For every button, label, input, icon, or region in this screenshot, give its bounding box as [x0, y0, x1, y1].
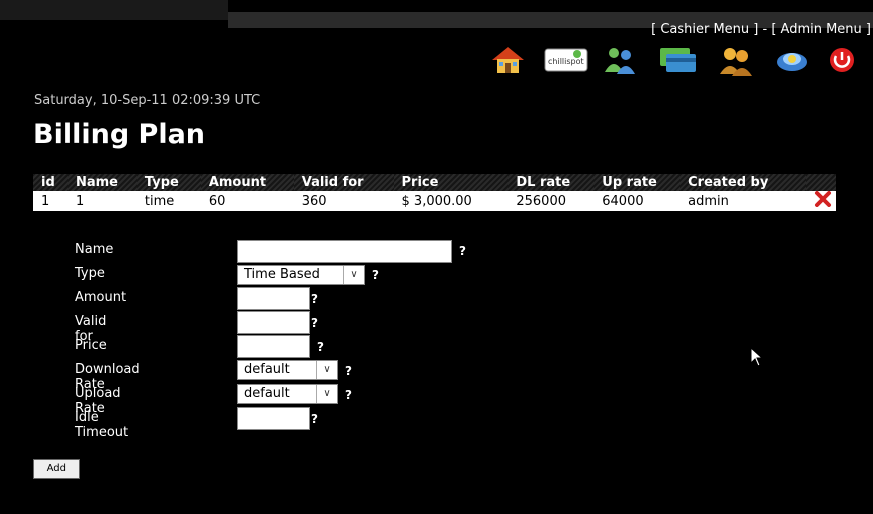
type-label: Type [75, 266, 105, 281]
cell-amount: 60 [200, 191, 294, 211]
col-created-by: Created by [680, 174, 806, 191]
home-icon[interactable] [490, 44, 526, 76]
col-name: Name [67, 174, 137, 191]
cell-price: $ 3,000.00 [393, 191, 509, 211]
col-price: Price [393, 174, 509, 191]
amount-label: Amount [75, 290, 127, 305]
cell-type: time [136, 191, 201, 211]
mouse-cursor-icon [750, 347, 764, 367]
server-datetime: Saturday, 10-Sep-11 02:09:39 UTC [34, 93, 261, 108]
admin-menu-link[interactable]: [ Admin Menu ] [771, 22, 871, 37]
top-menu: [ Cashier Menu ] - [ Admin Menu ] [651, 22, 871, 37]
download-rate-select[interactable]: default ∨ [237, 360, 338, 380]
col-id: id [33, 174, 68, 191]
idle-timeout-input[interactable] [237, 407, 310, 430]
upload-rate-help[interactable]: ? [345, 388, 352, 402]
billing-plans-table: id Name Type Amount Valid for Price DL r… [33, 174, 836, 211]
download-rate-help[interactable]: ? [345, 364, 352, 378]
valid-for-input[interactable] [237, 311, 310, 334]
col-action [806, 174, 836, 191]
type-select-value: Time Based [244, 267, 320, 282]
col-valid-for: Valid for [293, 174, 394, 191]
upload-rate-value: default [244, 386, 290, 401]
amount-input[interactable] [237, 287, 310, 310]
upload-rate-select[interactable]: default ∨ [237, 384, 338, 404]
col-up-rate: Up rate [594, 174, 681, 191]
logout-icon[interactable] [824, 44, 860, 76]
name-label: Name [75, 242, 114, 257]
table-header-row: id Name Type Amount Valid for Price DL r… [33, 174, 836, 191]
name-help[interactable]: ? [459, 244, 466, 258]
cell-valid-for: 360 [293, 191, 394, 211]
chevron-down-icon: ∨ [343, 266, 364, 284]
chillispot-logo-text: chillispot [548, 57, 584, 66]
cashiers-icon[interactable] [718, 44, 754, 76]
idle-timeout-label: Idle Timeout [75, 410, 129, 440]
valid-for-help[interactable]: ? [311, 316, 318, 330]
price-input[interactable] [237, 335, 310, 358]
cell-id: 1 [33, 191, 68, 211]
idle-timeout-help[interactable]: ? [311, 412, 318, 426]
page-title: Billing Plan [33, 119, 206, 150]
type-select[interactable]: Time Based ∨ [237, 265, 365, 285]
price-help[interactable]: ? [317, 340, 324, 354]
price-label: Price [75, 338, 107, 353]
cell-action [806, 191, 836, 211]
top-bar-left [0, 0, 228, 20]
cell-created-by: admin [680, 191, 806, 211]
cell-name: 1 [67, 191, 137, 211]
table-row: 1 1 time 60 360 $ 3,000.00 256000 64000 … [33, 191, 836, 211]
chillispot-icon[interactable]: chillispot [544, 44, 588, 76]
name-input[interactable] [237, 240, 452, 263]
col-dl-rate: DL rate [508, 174, 595, 191]
delete-icon[interactable] [814, 191, 832, 207]
menu-separator: - [758, 22, 772, 37]
download-rate-value: default [244, 362, 290, 377]
amount-help[interactable]: ? [311, 292, 318, 306]
col-amount: Amount [200, 174, 294, 191]
cell-dl-rate: 256000 [508, 191, 595, 211]
cell-up-rate: 64000 [594, 191, 681, 211]
chevron-down-icon: ∨ [316, 361, 337, 379]
users-icon[interactable] [602, 44, 638, 76]
chevron-down-icon: ∨ [316, 385, 337, 403]
billing-plans-icon[interactable] [658, 44, 698, 76]
type-help[interactable]: ? [372, 268, 379, 282]
cashier-menu-link[interactable]: [ Cashier Menu ] [651, 22, 758, 37]
col-type: Type [136, 174, 201, 191]
add-billing-plan-button[interactable]: Add Billing Plan [33, 459, 80, 510]
status-icon[interactable] [774, 44, 810, 76]
